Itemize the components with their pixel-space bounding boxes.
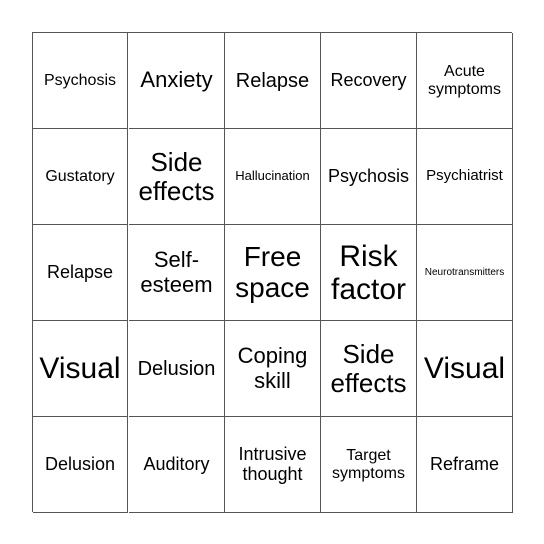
- bingo-cell[interactable]: Relapse: [33, 225, 128, 321]
- bingo-cell[interactable]: Delusion: [33, 417, 128, 513]
- bingo-cell[interactable]: Auditory: [129, 417, 225, 513]
- bingo-cell[interactable]: Side effects: [321, 321, 417, 417]
- bingo-card: Psychosis Anxiety Relapse Recovery Acute…: [32, 32, 513, 513]
- bingo-cell[interactable]: Risk factor: [321, 225, 417, 321]
- bingo-cell[interactable]: Acute symptoms: [417, 33, 513, 129]
- bingo-cell[interactable]: Neurotransmitters: [417, 225, 513, 321]
- bingo-cell[interactable]: Anxiety: [129, 33, 225, 129]
- bingo-cell[interactable]: Delusion: [129, 321, 225, 417]
- bingo-cell[interactable]: Reframe: [417, 417, 513, 513]
- bingo-cell[interactable]: Relapse: [225, 33, 321, 129]
- bingo-cell[interactable]: Psychosis: [33, 33, 128, 129]
- free-space-cell[interactable]: Free space: [225, 225, 321, 321]
- bingo-cell[interactable]: Intrusive thought: [225, 417, 321, 513]
- bingo-cell[interactable]: Visual: [417, 321, 513, 417]
- bingo-cell[interactable]: Coping skill: [225, 321, 321, 417]
- bingo-cell[interactable]: Gustatory: [33, 129, 128, 225]
- bingo-cell[interactable]: Psychiatrist: [417, 129, 513, 225]
- bingo-cell[interactable]: Target symptoms: [321, 417, 417, 513]
- bingo-cell[interactable]: Recovery: [321, 33, 417, 129]
- bingo-cell[interactable]: Self-esteem: [129, 225, 225, 321]
- bingo-cell[interactable]: Hallucination: [225, 129, 321, 225]
- bingo-cell[interactable]: Side effects: [129, 129, 225, 225]
- bingo-cell[interactable]: Visual: [33, 321, 128, 417]
- bingo-cell[interactable]: Psychosis: [321, 129, 417, 225]
